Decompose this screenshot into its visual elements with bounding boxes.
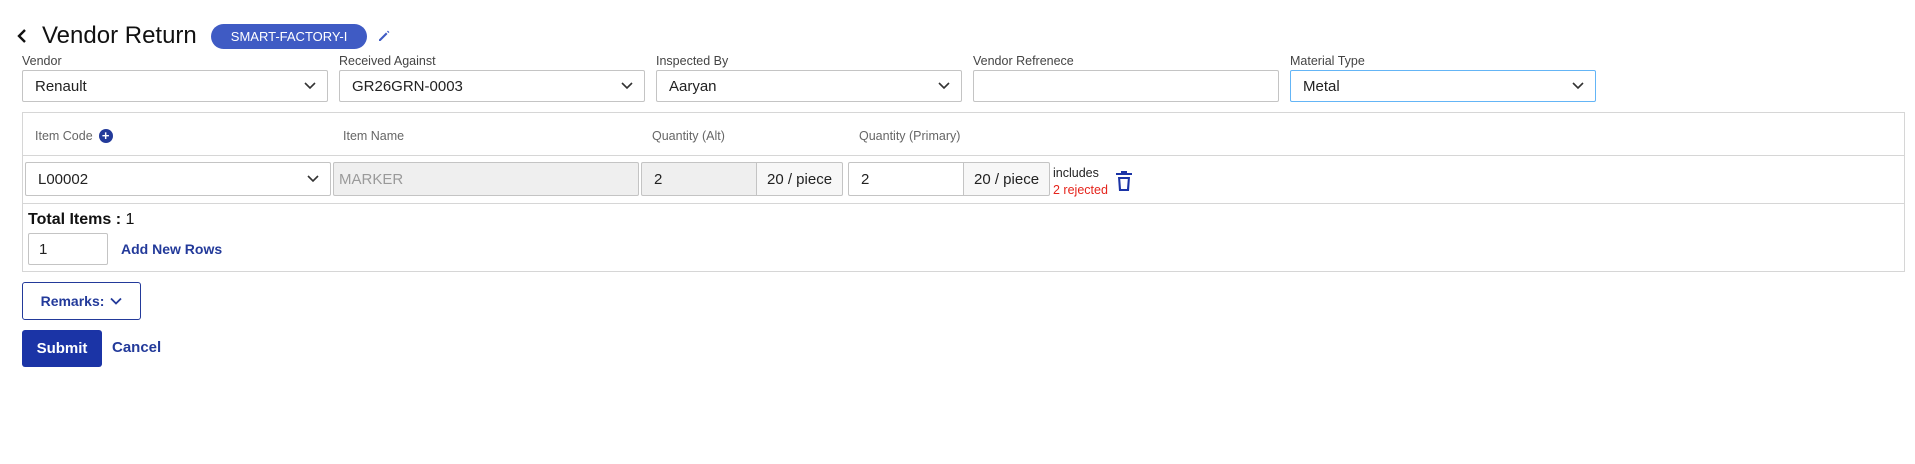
includes-text: includes (1053, 166, 1099, 180)
column-item-name: Item Name (343, 129, 405, 143)
chevron-left-icon[interactable] (12, 24, 32, 48)
inspected-by-value: Aaryan (669, 77, 717, 95)
material-type-value: Metal (1303, 77, 1340, 95)
column-item-code-label: Item Code (35, 129, 93, 143)
material-type-field: Material Type Metal (1290, 54, 1596, 102)
column-item-code: Item Code + (35, 129, 113, 143)
submit-button[interactable]: Submit (22, 330, 102, 367)
add-new-rows-button[interactable]: Add New Rows (121, 241, 222, 257)
vendor-select[interactable]: Renault (22, 70, 328, 102)
chevron-down-icon (620, 78, 634, 95)
trash-icon[interactable] (1115, 170, 1135, 192)
qty-alt-unit: 20 / piece (756, 162, 843, 196)
rejected-count: 2 rejected (1053, 183, 1108, 197)
received-against-value: GR26GRN-0003 (352, 77, 463, 95)
material-type-label: Material Type (1290, 54, 1365, 68)
vendor-value: Renault (35, 77, 87, 95)
inspected-by-label: Inspected By (656, 54, 729, 68)
received-against-select[interactable]: GR26GRN-0003 (339, 70, 645, 102)
remarks-label: Remarks: (40, 293, 105, 309)
table-row: L00002 MARKER 2 20 / piece 2 20 / piece … (23, 156, 1904, 204)
page-header: Vendor Return SMART-FACTORY-I (12, 20, 395, 52)
chevron-down-icon (306, 171, 320, 188)
item-name-field: MARKER (333, 162, 639, 196)
chevron-down-icon (1571, 78, 1585, 95)
item-code-value: L00002 (38, 170, 89, 188)
vendor-label: Vendor (22, 54, 62, 68)
material-type-select[interactable]: Metal (1290, 70, 1596, 102)
rejection-note: includes 2 rejected (1053, 165, 1108, 199)
inspected-by-field: Inspected By Aaryan (656, 54, 962, 102)
items-table: Item Code + Item Name Quantity (Alt) Qua… (22, 112, 1905, 272)
total-items-value: 1 (125, 211, 135, 228)
chevron-down-icon (110, 297, 123, 305)
received-against-label: Received Against (339, 54, 436, 68)
pencil-icon[interactable] (377, 27, 395, 45)
chevron-down-icon (937, 78, 951, 95)
page-title: Vendor Return (42, 22, 197, 49)
new-rows-count-input[interactable]: 1 (28, 233, 108, 265)
vendor-reference-input[interactable] (973, 70, 1279, 102)
column-qty-primary: Quantity (Primary) (859, 129, 961, 143)
item-code-select[interactable]: L00002 (25, 162, 331, 196)
vendor-field: Vendor Renault (22, 54, 328, 102)
total-items: Total Items : 1 (28, 211, 134, 229)
total-items-label: Total Items : (28, 211, 122, 228)
chevron-down-icon (303, 78, 317, 95)
inspected-by-select[interactable]: Aaryan (656, 70, 962, 102)
factory-badge: SMART-FACTORY-I (210, 23, 368, 49)
vendor-reference-label: Vendor Refrenece (973, 54, 1074, 68)
vendor-reference-field: Vendor Refrenece (973, 54, 1279, 102)
qty-primary-unit: 20 / piece (963, 162, 1050, 196)
column-qty-alt: Quantity (Alt) (652, 129, 725, 143)
cancel-button[interactable]: Cancel (112, 339, 161, 356)
add-item-icon[interactable]: + (98, 129, 113, 143)
qty-primary-input[interactable]: 2 (848, 162, 964, 196)
qty-alt-input[interactable]: 2 (641, 162, 757, 196)
remarks-toggle-button[interactable]: Remarks: (22, 282, 141, 320)
received-against-field: Received Against GR26GRN-0003 (339, 54, 645, 102)
items-table-header: Item Code + Item Name Quantity (Alt) Qua… (23, 113, 1904, 156)
